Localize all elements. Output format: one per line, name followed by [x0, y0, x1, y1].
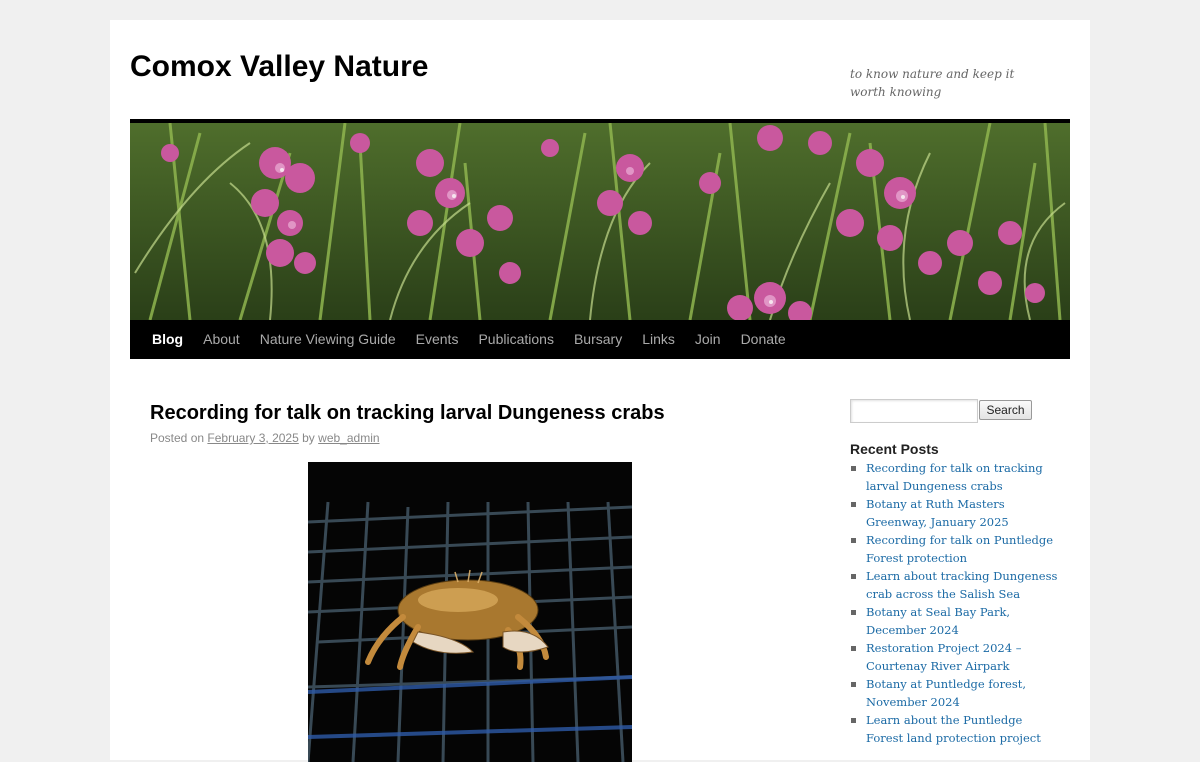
- recent-post-item[interactable]: Botany at Seal Bay Park, December 2024: [850, 603, 1060, 639]
- site-title[interactable]: Comox Valley Nature: [130, 50, 428, 84]
- posted-on-label: Posted on: [150, 431, 205, 445]
- bullet-icon: [851, 682, 856, 687]
- post-meta: Posted on February 3, 2025 by web_admin: [150, 431, 380, 445]
- recent-post-item[interactable]: Recording for talk on Puntledge Forest p…: [850, 531, 1060, 567]
- recent-post-item[interactable]: Recording for talk on tracking lar­val D…: [850, 459, 1060, 495]
- nav-item-blog[interactable]: Blog: [142, 320, 193, 359]
- search-input[interactable]: [850, 399, 978, 423]
- bullet-icon: [851, 502, 856, 507]
- post-title[interactable]: Recording for talk on tracking larval Du…: [150, 400, 665, 426]
- recent-post-link[interactable]: Botany at Ruth Masters Greenway, January…: [866, 497, 1009, 529]
- post-image-crab[interactable]: [308, 462, 632, 762]
- bullet-icon: [851, 574, 856, 579]
- nav-item-nature-viewing-guide[interactable]: Nature Viewing Guide: [250, 320, 406, 359]
- recent-posts-heading: Recent Posts: [850, 441, 939, 457]
- recent-post-item[interactable]: Botany at Ruth Masters Greenway, January…: [850, 495, 1060, 531]
- nav-item-bursary[interactable]: Bursary: [564, 320, 632, 359]
- site-description: to know nature and keep it worth knowing: [850, 67, 1015, 99]
- recent-post-link[interactable]: Learn about the Puntledge Forest land pr…: [866, 713, 1041, 745]
- nav-item-about[interactable]: About: [193, 320, 250, 359]
- recent-post-item[interactable]: Botany at Puntledge forest, November 202…: [850, 675, 1060, 711]
- nav-item-donate[interactable]: Donate: [731, 320, 796, 359]
- recent-post-link[interactable]: Learn about tracking Dungeness crab acro…: [866, 569, 1057, 601]
- header-image-flowers: [130, 123, 1070, 320]
- bullet-icon: [851, 466, 856, 471]
- main-navigation: Blog About Nature Viewing Guide Events P…: [130, 320, 1070, 359]
- post-author-link[interactable]: web_admin: [318, 431, 379, 445]
- bullet-icon: [851, 718, 856, 723]
- recent-post-link[interactable]: Recording for talk on Puntledge Forest p…: [866, 533, 1053, 565]
- nav-item-join[interactable]: Join: [685, 320, 731, 359]
- bullet-icon: [851, 538, 856, 543]
- recent-post-item[interactable]: Learn about the Puntledge Forest land pr…: [850, 711, 1060, 747]
- bullet-icon: [851, 610, 856, 615]
- nav-item-events[interactable]: Events: [406, 320, 469, 359]
- search-button[interactable]: Search: [979, 400, 1032, 420]
- by-label: by: [302, 431, 315, 445]
- recent-post-link[interactable]: Botany at Seal Bay Park, December 2024: [866, 605, 1010, 637]
- recent-post-link[interactable]: Botany at Puntledge forest, November 202…: [866, 677, 1026, 709]
- recent-posts-list: Recording for talk on tracking lar­val D…: [850, 459, 1060, 747]
- page-wrapper: Comox Valley Nature to know nature and k…: [110, 20, 1090, 762]
- nav-item-publications[interactable]: Publications: [468, 320, 564, 359]
- recent-post-item[interactable]: Restoration Project 2024 – Courtenay Riv…: [850, 639, 1060, 675]
- recent-post-link[interactable]: Restoration Project 2024 – Courtenay Riv…: [866, 641, 1021, 673]
- nav-item-links[interactable]: Links: [632, 320, 685, 359]
- recent-post-link[interactable]: Recording for talk on tracking lar­val D…: [866, 461, 1043, 493]
- post-date-link[interactable]: February 3, 2025: [207, 431, 298, 445]
- bullet-icon: [851, 646, 856, 651]
- recent-post-item[interactable]: Learn about tracking Dungeness crab acro…: [850, 567, 1060, 603]
